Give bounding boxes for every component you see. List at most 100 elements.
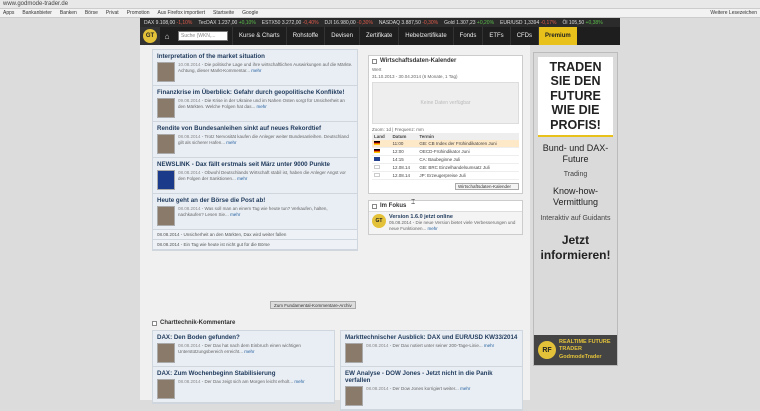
nav-item[interactable]: Rohstoffe — [285, 27, 325, 45]
ticker-label: EUR/USD — [500, 19, 523, 26]
calendar-flag — [372, 140, 391, 148]
focus-item[interactable]: GT Version 1.6.0 jetzt online 05.08.2014… — [369, 211, 522, 234]
more-link[interactable]: mehr — [256, 104, 266, 109]
advertisement[interactable]: TRADEN SIE DEN FUTURE WIE DIE PROFIS! Bu… — [533, 52, 618, 366]
ticker-value: 1.237,00 — [217, 19, 238, 26]
focus-item-text: 05.08.2014 - Die neue Version bietet vie… — [389, 220, 516, 231]
article-title[interactable]: Rendite von Bundesanleihen sinkt auf neu… — [157, 125, 353, 132]
ad-foot-line2: GodmodeTrader — [559, 353, 602, 360]
address-bar[interactable]: www.godmode-trader.de — [3, 1, 68, 7]
more-link[interactable]: mehr — [484, 343, 494, 348]
logo-text: GT — [143, 29, 157, 43]
checkbox-icon[interactable] — [372, 58, 377, 64]
bookmark-item[interactable]: Google — [242, 10, 258, 16]
nav-item[interactable]: Hebelzertifikate — [398, 27, 452, 45]
article-thumbnail[interactable] — [157, 98, 175, 118]
ticker-item[interactable]: TecDAX 1.237,00 +0,10% — [198, 20, 255, 26]
more-link[interactable]: mehr — [230, 212, 240, 217]
news-article: Heute geht an der Börse die Post ab! 08.0… — [153, 194, 357, 230]
calendar-range: 31.10.2013 - 30.04.2014 (6 Monate, 1 Tag… — [372, 74, 458, 79]
bookmark-item[interactable]: Bankanbieter — [22, 10, 51, 16]
chart-comment-text: 08.08.2014 - Der Dax notiert unter seine… — [366, 343, 495, 348]
more-link[interactable]: mehr — [226, 140, 236, 145]
article-title[interactable]: Heute geht an der Börse die Post ab! — [157, 197, 353, 204]
ad-foot-line1: REALTIME FUTURE TRADER — [559, 339, 611, 353]
article-title[interactable]: Interpretation of the market situation — [157, 53, 353, 60]
nav-item[interactable]: Devisen — [324, 27, 359, 45]
bookmark-item[interactable]: Apps — [3, 10, 14, 16]
ticker-label: TecDAX — [198, 19, 217, 26]
chart-comment-title[interactable]: DAX: Den Boden gefunden? — [157, 334, 330, 341]
site-logo[interactable]: GT — [140, 27, 160, 45]
flag-icon — [374, 157, 380, 161]
checkbox-icon[interactable] — [372, 203, 377, 209]
article-thumbnail[interactable] — [157, 134, 175, 154]
calendar-row[interactable]: 12.08.14 GB: BRC Einzelhandelsumsatz Juli — [372, 163, 519, 172]
short-news-item[interactable]: 08.08.2014 - Unsicherheit an den Märkten… — [153, 230, 357, 240]
chart-comment-title[interactable]: DAX: Zum Wochenbeginn Stabilisierung — [157, 370, 330, 377]
more-link[interactable]: mehr — [428, 226, 438, 231]
more-link[interactable]: mehr — [251, 68, 261, 73]
calendar-row[interactable]: 14:15 CA: Baubeginne Juli — [372, 155, 519, 164]
ticker-item[interactable]: ESTX50 3.272,00 -0,40% — [262, 20, 319, 26]
calendar-button[interactable]: Wirtschaftsdaten-Kalender — [455, 183, 519, 190]
bookmarks-more[interactable]: Weitere Lesezeichen — [710, 10, 757, 16]
ticker-value: 3.272,00 — [281, 19, 302, 26]
calendar-header: Termin — [417, 133, 519, 140]
article-text: 08.08.2014 - Obwohl Deutschlands Wirtsch… — [178, 170, 346, 181]
home-icon[interactable]: ⌂ — [160, 32, 174, 41]
news-column: Interpretation of the market situation 10… — [152, 49, 358, 251]
search-input[interactable]: Suche (WKN,... — [178, 31, 228, 41]
article-thumbnail[interactable] — [157, 62, 175, 82]
article-title[interactable]: Finanzkrise im Überblick: Gefahr durch g… — [157, 89, 353, 96]
calendar-event: OECD-Frühindikator Juni — [417, 147, 519, 156]
author-avatar — [345, 386, 363, 406]
calendar-row[interactable]: 11:00 GB: CB Index der Frühindikatoren Ju… — [372, 140, 519, 148]
nav-items: Kurse & Charts Rohstoffe Devisen Zertifikat… — [232, 27, 538, 45]
chart-comment-title[interactable]: Markttechnischer Ausblick: DAX und EUR/U… — [345, 334, 518, 341]
bookmark-item[interactable]: Banken — [60, 10, 77, 16]
ad-cta[interactable]: Jetzt informieren! — [538, 233, 613, 262]
chart-comment-title[interactable]: EW Analyse - DOW Jones - Jetzt nicht in … — [345, 370, 518, 384]
calendar-row[interactable]: 12.08.14 JP: Erzeugerpreise Juli — [372, 171, 519, 180]
calendar-time: 12.08.14 — [390, 163, 418, 172]
ticker-item[interactable]: NASDAQ 3.887,50 -0,30% — [379, 20, 438, 26]
article-thumbnail[interactable] — [157, 206, 175, 226]
nav-item[interactable]: Fonds — [452, 27, 483, 45]
more-link[interactable]: mehr — [460, 386, 470, 391]
calendar-flag — [372, 171, 391, 180]
ticker-item[interactable]: Gold 1.307,23 +0,20% — [444, 20, 494, 26]
chart-comments-left: DAX: Den Boden gefunden? 08.08.2014 - Der… — [152, 330, 335, 404]
bookmark-item[interactable]: Promotion — [127, 10, 150, 16]
calendar-zoom[interactable]: Zoom: 1d | Frequenz: mm — [369, 126, 522, 133]
bookmark-item[interactable]: Privat — [106, 10, 119, 16]
chart-section-title: Charttechnik-Kommentare — [152, 320, 235, 326]
calendar-row[interactable]: 12:00 OECD-Frühindikator Juni — [372, 147, 519, 156]
mouse-cursor-icon: ⌶ — [411, 199, 416, 206]
more-link[interactable]: mehr — [237, 176, 247, 181]
ticker-item[interactable]: DJI 16.980,00 -0,30% — [325, 20, 373, 26]
article-title[interactable]: NEWSLINK - Dax fällt erstmals seit März … — [157, 161, 353, 168]
article-thumbnail[interactable] — [157, 170, 175, 190]
checkbox-icon[interactable] — [152, 320, 157, 326]
author-avatar — [157, 343, 175, 363]
ticker-value: 1,3394 — [523, 19, 540, 26]
more-link[interactable]: mehr — [294, 379, 304, 384]
ticker-item[interactable]: Öl 105,50 +0,38% — [562, 20, 602, 26]
nav-item[interactable]: Zertifikate — [358, 27, 398, 45]
archive-button[interactable]: Zum Fundamental-Kommentare-Archiv — [270, 301, 356, 309]
ticker-item[interactable]: EUR/USD 1,3394 -0,17% — [500, 20, 556, 26]
ticker-item[interactable]: DAX 9.108,00 -1,10% — [144, 20, 192, 26]
nav-item[interactable]: CFDs — [509, 27, 538, 45]
ticker-change: -0,30% — [422, 19, 439, 26]
nav-item[interactable]: ETFs — [482, 27, 509, 45]
content-area: Interpretation of the market situation 10… — [140, 45, 530, 411]
more-link[interactable]: mehr — [244, 349, 254, 354]
bookmark-item[interactable]: Börse — [85, 10, 98, 16]
bookmark-item[interactable]: Startseite — [213, 10, 234, 16]
nav-premium[interactable]: Premium — [538, 27, 577, 45]
bookmark-item[interactable]: Aus Firefox importiert — [157, 10, 205, 16]
short-news-item[interactable]: 08.08.2014 - Ein Tag wie heute ist nicht… — [153, 240, 357, 250]
nav-item[interactable]: Kurse & Charts — [232, 27, 286, 45]
calendar-header: Datum — [390, 133, 418, 140]
